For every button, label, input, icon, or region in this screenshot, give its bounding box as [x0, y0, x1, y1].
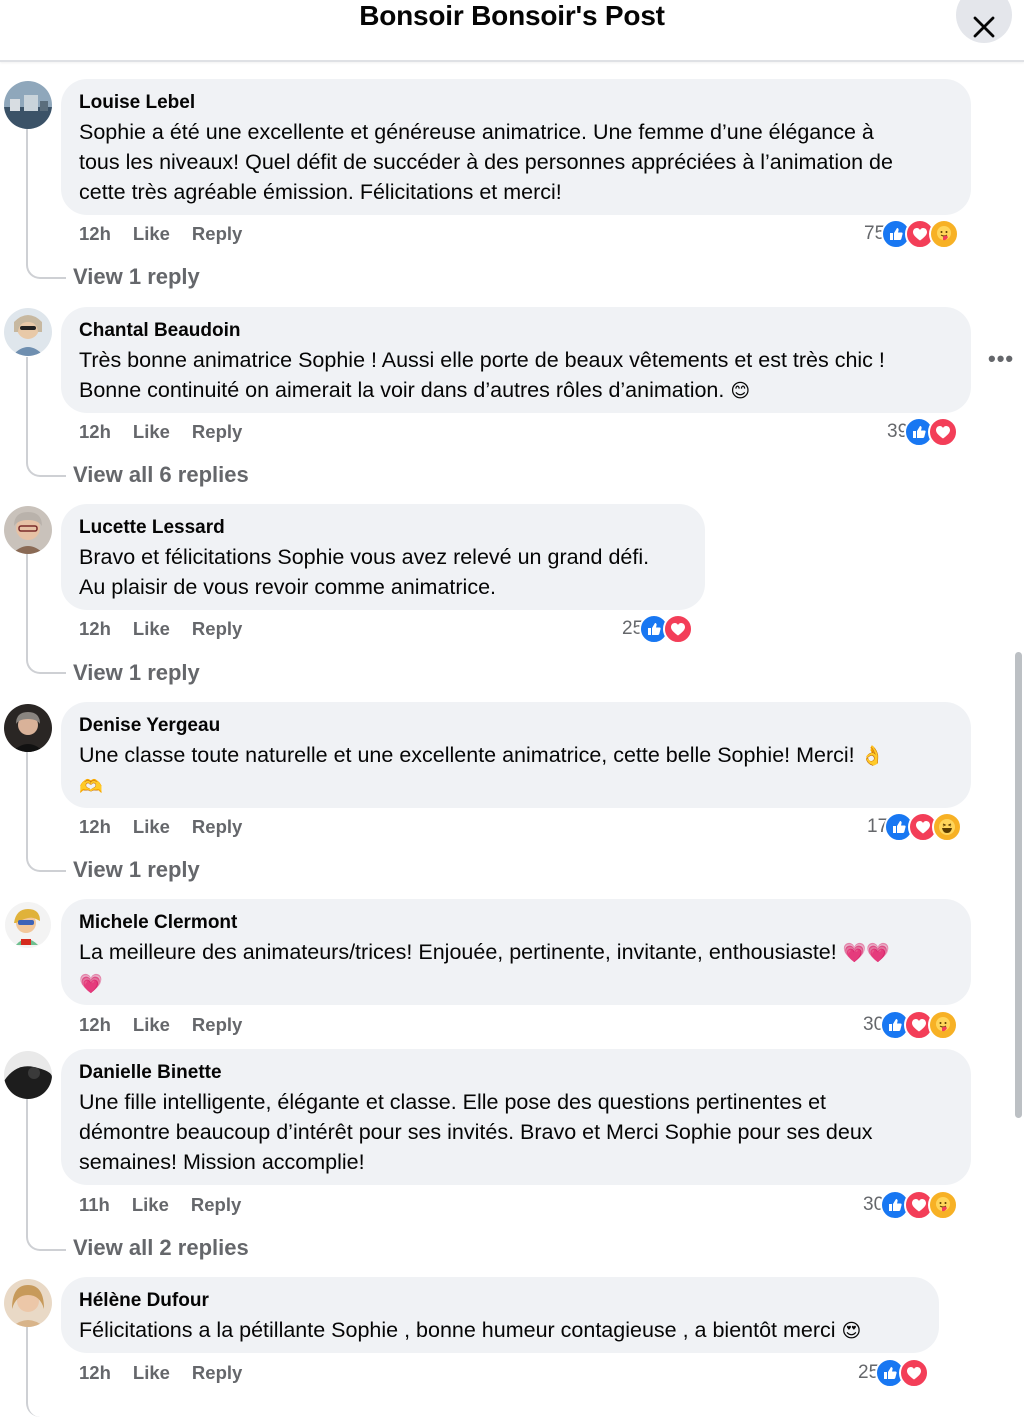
avatar[interactable]: [4, 1051, 52, 1099]
reaction-summary[interactable]: 25: [858, 1358, 930, 1388]
avatar[interactable]: [4, 308, 52, 356]
thread-line: [26, 1099, 66, 1251]
comment-actions: 12h Like Reply: [79, 1014, 264, 1036]
scrollbar[interactable]: [1015, 652, 1022, 1118]
comment-bubble: Danielle Binette Une fille intelligente,…: [61, 1049, 971, 1185]
view-replies-link[interactable]: View 1 reply: [73, 857, 200, 883]
like-button[interactable]: Like: [133, 1362, 170, 1383]
comment-text: Sophie a été une excellente et généreuse…: [79, 120, 893, 204]
comment-text: Une classe toute naturelle et une excell…: [79, 743, 885, 798]
heart-emoji-icon: 💗💗: [842, 942, 891, 964]
close-button[interactable]: [956, 0, 1012, 43]
avatar[interactable]: [4, 81, 52, 129]
thread-line: [26, 357, 66, 477]
reply-button[interactable]: Reply: [191, 1194, 241, 1215]
reply-button[interactable]: Reply: [192, 816, 242, 837]
close-icon: [973, 16, 995, 38]
like-button[interactable]: Like: [133, 816, 170, 837]
view-replies-link[interactable]: View all 2 replies: [73, 1235, 249, 1261]
comment-text: Très bonne animatrice Sophie ! Aussi ell…: [79, 348, 885, 402]
comment-actions: 12h Like Reply: [79, 223, 264, 245]
comment-actions: 12h Like Reply: [79, 1362, 264, 1384]
reply-button[interactable]: Reply: [192, 1362, 242, 1383]
reaction-summary[interactable]: 39: [887, 417, 959, 447]
comment-author[interactable]: Michele Clermont: [79, 911, 953, 934]
love-reaction-icon: [663, 614, 694, 644]
reaction-summary[interactable]: 30: [863, 1190, 959, 1220]
comment-time[interactable]: 12h: [79, 1014, 111, 1035]
comment-bubble: Denise Yergeau Une classe toute naturell…: [61, 702, 971, 808]
comment-actions: 12h Like Reply: [79, 618, 264, 640]
like-button[interactable]: Like: [133, 1014, 170, 1035]
comment-time[interactable]: 12h: [79, 1362, 111, 1383]
thread-line: [26, 752, 66, 872]
reaction-summary[interactable]: 25: [622, 614, 694, 644]
comment-time[interactable]: 12h: [79, 223, 111, 244]
post-title: Bonsoir Bonsoir's Post: [359, 0, 665, 31]
thread-line: [26, 1327, 66, 1417]
comment-bubble: Chantal Beaudoin Très bonne animatrice S…: [61, 307, 971, 413]
view-replies-link[interactable]: View all 6 replies: [73, 462, 249, 488]
care-reaction-icon: [928, 1190, 959, 1220]
heart-emoji-icon: 💗: [79, 973, 103, 995]
view-replies-link[interactable]: View 1 reply: [73, 660, 200, 686]
reply-button[interactable]: Reply: [192, 618, 242, 639]
comment-text: Félicitations a la pétillante Sophie , b…: [79, 1318, 862, 1342]
thread-line: [26, 129, 66, 279]
avatar[interactable]: [4, 901, 52, 949]
care-reaction-icon: [929, 219, 960, 249]
comment-text: La meilleure des animateurs/trices! Enjo…: [79, 940, 891, 995]
comment-author[interactable]: Chantal Beaudoin: [79, 319, 953, 342]
reply-button[interactable]: Reply: [192, 1014, 242, 1035]
reaction-summary[interactable]: 17: [867, 812, 963, 842]
like-button[interactable]: Like: [132, 1194, 169, 1215]
reaction-summary[interactable]: 75: [864, 219, 960, 249]
comment-author[interactable]: Danielle Binette: [79, 1061, 953, 1084]
reaction-summary[interactable]: 30: [863, 1010, 959, 1040]
care-reaction-icon: [928, 1010, 959, 1040]
heart-eyes-emoji-icon: 😍: [841, 1320, 862, 1342]
comment-text: Bravo et félicitations Sophie vous avez …: [79, 545, 650, 599]
more-options-icon[interactable]: •••: [988, 346, 1014, 372]
like-button[interactable]: Like: [133, 421, 170, 442]
comment-author[interactable]: Louise Lebel: [79, 91, 953, 114]
comment-author[interactable]: Hélène Dufour: [79, 1289, 921, 1312]
heart-hands-emoji-icon: 🫶: [79, 776, 103, 798]
comment-actions: 12h Like Reply: [79, 421, 264, 443]
smile-emoji-icon: 😊: [730, 380, 751, 402]
avatar[interactable]: [4, 506, 52, 554]
love-reaction-icon: [899, 1358, 930, 1388]
comment-time[interactable]: 12h: [79, 421, 111, 442]
comment-text: Une fille intelligente, élégante et clas…: [79, 1090, 873, 1174]
comment-bubble: Michele Clermont La meilleure des animat…: [61, 899, 971, 1005]
comment-bubble: Lucette Lessard Bravo et félicitations S…: [61, 504, 705, 610]
haha-reaction-icon: [932, 812, 963, 842]
comment-actions: 11h Like Reply: [79, 1194, 263, 1216]
reply-button[interactable]: Reply: [192, 223, 242, 244]
view-replies-link[interactable]: View 1 reply: [73, 264, 200, 290]
like-button[interactable]: Like: [133, 223, 170, 244]
comment-author[interactable]: Denise Yergeau: [79, 714, 953, 737]
comment-bubble: Hélène Dufour Félicitations a la pétilla…: [61, 1277, 939, 1353]
comment-author[interactable]: Lucette Lessard: [79, 516, 687, 539]
comment-time[interactable]: 12h: [79, 618, 111, 639]
ok-hand-emoji-icon: 👌: [860, 745, 885, 767]
comment-actions: 12h Like Reply: [79, 816, 264, 838]
comment-time[interactable]: 12h: [79, 816, 111, 837]
like-button[interactable]: Like: [133, 618, 170, 639]
love-reaction-icon: [928, 417, 959, 447]
thread-line: [26, 554, 66, 674]
post-header: Bonsoir Bonsoir's Post: [0, 0, 1024, 62]
avatar[interactable]: [4, 704, 52, 752]
avatar[interactable]: [4, 1279, 52, 1327]
reply-button[interactable]: Reply: [192, 421, 242, 442]
comment-bubble: Louise Lebel Sophie a été une excellente…: [61, 79, 971, 215]
comment-time[interactable]: 11h: [79, 1194, 110, 1215]
